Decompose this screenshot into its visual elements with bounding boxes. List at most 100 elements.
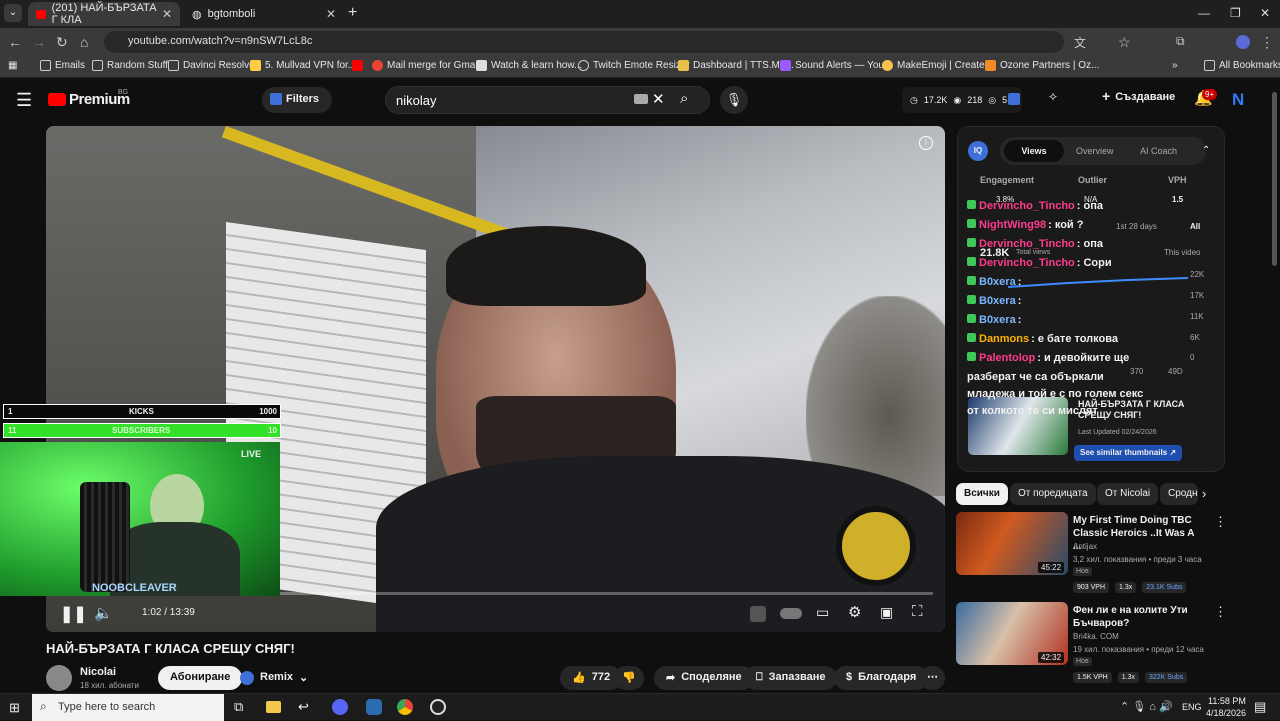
- bookmark[interactable]: Davinci Resolve: [168, 60, 255, 71]
- chrome-icon[interactable]: [397, 699, 413, 715]
- home-icon[interactable]: ⌂: [80, 34, 88, 50]
- bookmark[interactable]: Sound Alerts — You...: [780, 60, 892, 71]
- clear-search-icon[interactable]: ✕: [652, 90, 665, 108]
- volume-icon[interactable]: 🔈: [94, 604, 113, 622]
- app-icon[interactable]: ↩: [298, 699, 309, 715]
- bookmark[interactable]: Mail merge for Gma...: [372, 60, 484, 71]
- maximize-button[interactable]: ❐: [1230, 6, 1241, 20]
- profile-avatar[interactable]: [1236, 35, 1250, 49]
- chip-series[interactable]: От поредицата: [1010, 483, 1096, 505]
- info-icon[interactable]: i: [919, 136, 933, 150]
- tab-ai-coach[interactable]: AI Coach: [1140, 146, 1177, 156]
- related-video[interactable]: 42:32 Фен ли е на колите Ути Бъчваров? B…: [956, 602, 1256, 688]
- chevron-right-icon[interactable]: ›: [1202, 486, 1206, 501]
- bookmark[interactable]: Watch & learn how...: [476, 60, 582, 71]
- clock-date[interactable]: 4/18/2026: [1206, 708, 1246, 718]
- app-icon[interactable]: [366, 699, 382, 715]
- bookmark-star-icon[interactable]: ☆: [1118, 34, 1131, 51]
- tab-list-button[interactable]: ⌄: [4, 4, 22, 22]
- play-pause-button[interactable]: ❚❚: [60, 604, 87, 624]
- language-indicator[interactable]: ENG: [1182, 702, 1202, 712]
- close-icon[interactable]: ✕: [326, 7, 336, 21]
- autoplay-toggle[interactable]: [780, 608, 802, 619]
- url-field[interactable]: youtube.com/watch?v=n9nSW7LcL8c: [104, 31, 1064, 53]
- all-bookmarks[interactable]: All Bookmarks: [1204, 60, 1280, 71]
- search-icon[interactable]: ⌕: [680, 90, 688, 107]
- close-icon[interactable]: ✕: [162, 7, 172, 21]
- create-button[interactable]: + Създаване: [1102, 88, 1175, 104]
- hamburger-menu-icon[interactable]: ☰: [16, 90, 32, 111]
- mic-button[interactable]: 🎙: [720, 86, 748, 114]
- obs-icon[interactable]: [430, 699, 446, 715]
- related-views: 3,2 хил. показвания • преди 3 часа: [1073, 555, 1202, 564]
- discord-icon[interactable]: [332, 699, 348, 715]
- bookmark[interactable]: Emails: [40, 60, 85, 71]
- bookmark[interactable]: Twitch Emote Resizer: [578, 60, 690, 71]
- account-avatar[interactable]: N: [1232, 90, 1244, 110]
- extensions-icon[interactable]: ⧉: [1176, 34, 1185, 49]
- range-all[interactable]: All: [1190, 222, 1200, 231]
- more-options-icon[interactable]: ⋮: [1214, 514, 1227, 530]
- like-button[interactable]: 👍 772: [560, 666, 623, 690]
- chip-all[interactable]: Всички: [956, 483, 1008, 505]
- menu-icon[interactable]: ⋮: [1260, 34, 1274, 51]
- range-28-days[interactable]: 1st 28 days: [1116, 222, 1157, 231]
- chip-channel[interactable]: От Nicolai: [1097, 483, 1159, 505]
- more-options-icon[interactable]: ⋮: [1214, 604, 1227, 620]
- minimize-button[interactable]: —: [1198, 6, 1210, 20]
- keyboard-icon[interactable]: [634, 94, 648, 104]
- file-explorer-icon[interactable]: [266, 701, 281, 713]
- tab-overview[interactable]: Overview: [1076, 146, 1114, 156]
- bookmark[interactable]: [352, 60, 363, 71]
- bookmark[interactable]: Ozone Partners | Oz...: [985, 60, 1099, 71]
- translate-icon[interactable]: 文: [1074, 34, 1086, 51]
- save-button[interactable]: ⎕ Запазване: [744, 666, 838, 690]
- bookmark[interactable]: 5. Mullvad VPN for...: [250, 60, 356, 71]
- chip-related[interactable]: Сродн: [1160, 483, 1198, 505]
- channel-avatar[interactable]: [46, 665, 72, 691]
- tab-views[interactable]: Views: [1004, 140, 1064, 162]
- fullscreen-icon[interactable]: ⛶: [912, 603, 923, 620]
- iq-player-icon[interactable]: [750, 606, 766, 622]
- forward-icon[interactable]: →: [32, 34, 46, 50]
- settings-icon[interactable]: ⚙: [848, 603, 861, 621]
- youtube-logo[interactable]: [48, 93, 66, 106]
- page-scrollbar[interactable]: [1272, 92, 1277, 266]
- tab-bgtomboli[interactable]: ◍ bgtomboli ✕: [184, 2, 344, 26]
- tray-icons[interactable]: ⌃ 🎙 ⌂ 🔊: [1120, 700, 1173, 713]
- channel-stats: ◷ 17.2K ◉ 218 ◎ 5: [902, 87, 1022, 113]
- theater-icon[interactable]: ▣: [880, 604, 893, 621]
- back-icon[interactable]: ←: [8, 34, 22, 50]
- related-video[interactable]: 45:22 My First Time Doing TBC Classic He…: [956, 512, 1256, 598]
- bookmark[interactable]: Dashboard | TTS.Mo...: [678, 60, 794, 71]
- subtitles-icon[interactable]: ▭: [816, 604, 829, 621]
- task-view-icon[interactable]: ⧉: [234, 699, 243, 715]
- iq-icon[interactable]: [1008, 93, 1020, 105]
- collapse-icon[interactable]: ⌃: [1202, 145, 1210, 156]
- share-button[interactable]: ➦ Споделяне: [654, 666, 754, 690]
- apps-icon[interactable]: ▦: [8, 60, 17, 71]
- filters-button[interactable]: Filters: [262, 87, 332, 113]
- taskbar-search[interactable]: ⌕ Type here to search: [32, 694, 224, 721]
- reload-icon[interactable]: ↻: [56, 34, 68, 51]
- dislike-button[interactable]: 👎: [614, 666, 644, 690]
- windows-start-icon[interactable]: ⊞: [9, 700, 20, 716]
- channel-name[interactable]: Nicolai: [80, 666, 116, 678]
- notification-center-icon[interactable]: ▤: [1254, 699, 1266, 715]
- new-tab-button[interactable]: +: [348, 4, 357, 22]
- subscribe-button[interactable]: Абониране: [158, 666, 243, 690]
- similar-thumbnails-button[interactable]: See similar thumbnails ↗: [1074, 445, 1183, 461]
- search-input[interactable]: nikolay ✕ ⌕: [385, 86, 710, 114]
- bookmark[interactable]: MakeEmoji | Create...: [882, 60, 993, 71]
- ytick: 17K: [1190, 291, 1205, 300]
- remix-button[interactable]: Remix ⌄: [238, 666, 320, 690]
- more-actions-button[interactable]: ⋯: [920, 666, 945, 690]
- badge-icon: [967, 295, 976, 304]
- close-window-button[interactable]: ✕: [1260, 6, 1270, 20]
- bookmark[interactable]: Random Stuff: [92, 60, 168, 71]
- thanks-button[interactable]: $ Благодаря: [834, 666, 929, 690]
- sparkle-icon[interactable]: ✧: [1048, 90, 1058, 104]
- clock-time[interactable]: 11:58 PM: [1208, 696, 1246, 706]
- tab-youtube[interactable]: (201) НАЙ-БЪРЗАТА Г КЛА ✕: [28, 2, 180, 26]
- more-bookmarks-icon[interactable]: »: [1172, 60, 1178, 71]
